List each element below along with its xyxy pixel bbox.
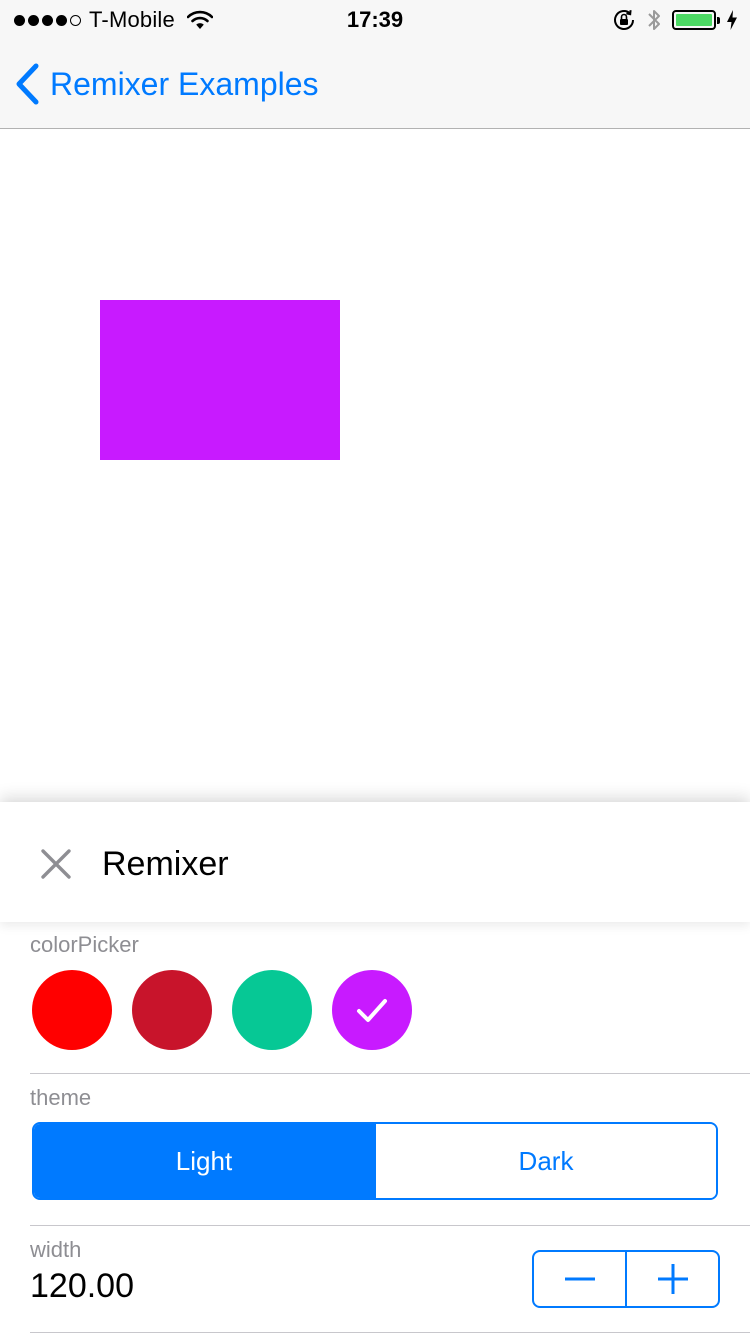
- width-value: 120.00: [30, 1267, 134, 1305]
- width-stepper: [532, 1250, 720, 1308]
- panel-title: Remixer: [102, 845, 229, 883]
- checkmark-icon: [357, 999, 387, 1022]
- color-swatch[interactable]: [232, 970, 312, 1050]
- back-button[interactable]: Remixer Examples: [14, 62, 319, 106]
- remixer-panel: Remixer colorPicker theme Light Dark wid…: [0, 802, 750, 1334]
- divider: [30, 1073, 750, 1074]
- back-button-label: Remixer Examples: [50, 65, 319, 102]
- color-swatch[interactable]: [32, 970, 112, 1050]
- theme-option-light[interactable]: Light: [34, 1124, 374, 1198]
- divider: [30, 1225, 750, 1226]
- chevron-left-icon: [16, 63, 39, 105]
- color-swatch-selected[interactable]: [332, 970, 412, 1050]
- close-icon[interactable]: [36, 844, 76, 884]
- theme-option-dark[interactable]: Dark: [374, 1124, 716, 1198]
- charging-bolt-icon: [727, 10, 737, 30]
- theme-segmented-control: Light Dark: [32, 1122, 718, 1200]
- theme-label: theme: [30, 1085, 92, 1110]
- rotation-lock-icon: [614, 10, 634, 30]
- remixer-panel-header: Remixer: [0, 802, 750, 922]
- battery-nub: [717, 17, 720, 24]
- width-label: width: [30, 1237, 82, 1262]
- decrement-button[interactable]: [534, 1252, 625, 1306]
- minus-icon: [564, 1277, 595, 1281]
- status-bar: T-Mobile 17:39: [0, 0, 750, 40]
- plus-icon: [657, 1264, 688, 1294]
- color-picker-label: colorPicker: [30, 932, 139, 957]
- divider: [30, 1332, 750, 1333]
- bluetooth-icon: [648, 10, 660, 30]
- status-right: [612, 6, 738, 34]
- increment-button[interactable]: [625, 1252, 718, 1306]
- battery-icon: [672, 10, 720, 30]
- color-swatch[interactable]: [132, 970, 212, 1050]
- preview-box: [100, 300, 340, 460]
- battery-level: [676, 14, 712, 26]
- navigation-bar: Remixer Examples: [0, 40, 750, 129]
